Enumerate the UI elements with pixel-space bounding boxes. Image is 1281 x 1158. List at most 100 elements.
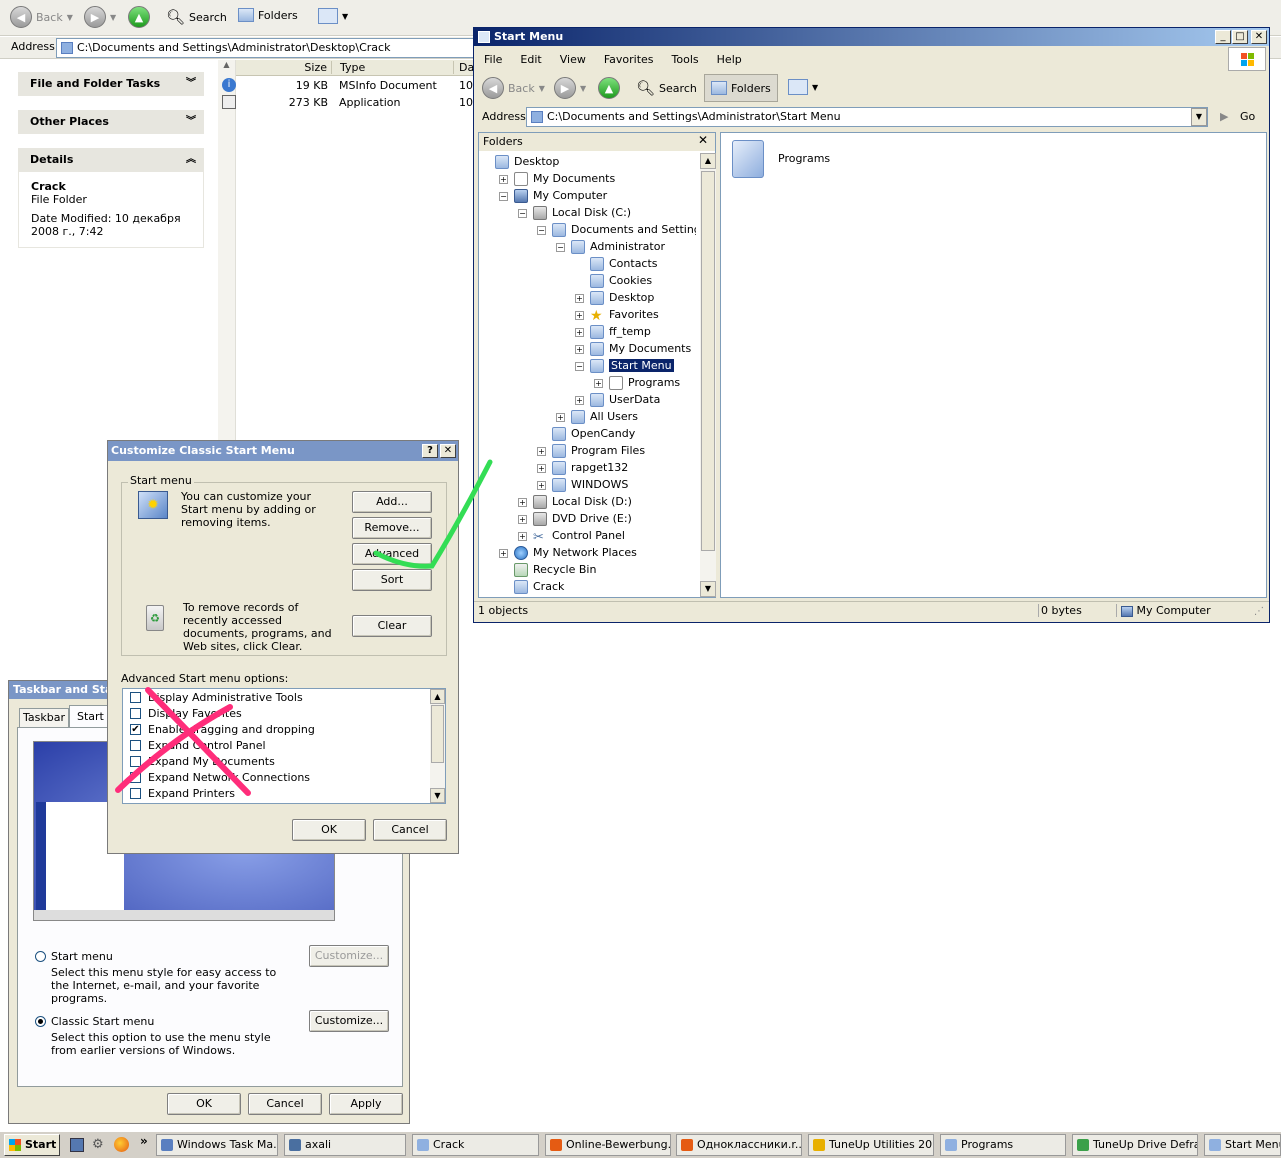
go-button[interactable]: ▶ Go	[1220, 110, 1255, 123]
option-checkbox[interactable]	[130, 708, 141, 719]
sm-views-button[interactable]: ▼	[788, 79, 818, 95]
taskbar-button[interactable]: Windows Task Ma...	[156, 1134, 278, 1156]
taskbar-button[interactable]: Start Menu	[1204, 1134, 1281, 1156]
tree-item[interactable]: OpenCandy	[537, 425, 635, 442]
tab-taskbar[interactable]: Taskbar	[19, 708, 69, 728]
crack-folders-button[interactable]: Folders	[238, 8, 298, 22]
tree-item[interactable]: + Desktop	[575, 289, 654, 306]
collapse-icon[interactable]: −	[575, 361, 584, 371]
clear-button[interactable]: Clear	[352, 615, 432, 637]
menu-favorites[interactable]: Favorites	[604, 53, 654, 69]
other-places-header[interactable]: Other Places ︾	[18, 110, 204, 134]
advanced-button[interactable]: Advanced	[352, 543, 432, 565]
file-folder-tasks-header[interactable]: File and Folder Tasks ︾	[18, 72, 204, 96]
option-checkbox[interactable]	[130, 788, 141, 799]
taskbar-button[interactable]: Одноклассники.r...	[676, 1134, 802, 1156]
start-menu-radio[interactable]	[35, 951, 46, 962]
tree-item[interactable]: + Programs	[594, 374, 680, 391]
collapse-icon[interactable]: −	[518, 208, 527, 218]
quicklaunch-desktop-icon[interactable]	[70, 1138, 84, 1152]
tree-item[interactable]: + WINDOWS	[537, 476, 628, 493]
sm-folders-button[interactable]: Folders	[704, 74, 778, 102]
close-button[interactable]: ✕	[1251, 30, 1267, 44]
option-item[interactable]: Expand Network Connections	[128, 770, 418, 786]
start-menu-titlebar[interactable]: Start Menu	[474, 28, 1269, 46]
crack-up-button[interactable]: ▲	[128, 6, 150, 28]
tree-item[interactable]: Recycle Bin	[499, 561, 596, 578]
menu-view[interactable]: View	[560, 53, 586, 69]
taskbar-button[interactable]: TuneUp Drive Defrag	[1072, 1134, 1198, 1156]
expand-icon[interactable]: +	[499, 174, 508, 184]
expand-icon[interactable]: +	[575, 327, 584, 337]
sm-back-button[interactable]: ◀ Back ▼	[482, 77, 545, 99]
crack-back-button[interactable]: ◀ Back ▼	[10, 6, 73, 28]
option-checkbox[interactable]	[130, 772, 141, 783]
file-row[interactable]: 273 KB Application 10	[220, 95, 476, 111]
quicklaunch-firefox-icon[interactable]	[114, 1137, 129, 1152]
option-item[interactable]: Expand Control Panel	[128, 738, 418, 754]
taskbar-button[interactable]: Crack	[412, 1134, 539, 1156]
expand-icon[interactable]: +	[575, 395, 584, 405]
customize-close-button[interactable]: ✕	[440, 444, 456, 458]
option-checkbox[interactable]: ✔	[130, 724, 141, 735]
customize-start-menu-button[interactable]: Customize...	[309, 945, 389, 967]
collapse-icon[interactable]: −	[556, 242, 565, 252]
tree-item[interactable]: + DVD Drive (E:)	[518, 510, 632, 527]
tree-item[interactable]: Desktop	[480, 153, 559, 170]
collapse-icon[interactable]: −	[499, 191, 508, 201]
expand-icon[interactable]: +	[594, 378, 603, 388]
file-row[interactable]: i 19 KB MSInfo Document 10	[220, 78, 476, 94]
classic-start-menu-radio[interactable]	[35, 1016, 46, 1027]
option-item[interactable]: Expand My Documents	[128, 754, 418, 770]
tree-item[interactable]: Cookies	[575, 272, 652, 289]
sm-address-input[interactable]: C:\Documents and Settings\Administrator\…	[526, 107, 1208, 127]
menu-help[interactable]: Help	[717, 53, 742, 69]
tree-item[interactable]: + ✂ Control Panel	[518, 527, 625, 545]
option-item[interactable]: Expand Printers	[128, 786, 418, 802]
sm-forward-button[interactable]: ▶ ▼	[554, 77, 586, 99]
maximize-button[interactable]: □	[1232, 30, 1248, 44]
crack-address-input[interactable]: C:\Documents and Settings\Administrator\…	[56, 38, 476, 58]
customize-classic-button[interactable]: Customize...	[309, 1010, 389, 1032]
tree-item[interactable]: + Local Disk (D:)	[518, 493, 632, 510]
expand-icon[interactable]: +	[499, 548, 508, 558]
crack-views-button[interactable]: ▼	[318, 8, 348, 24]
option-item[interactable]: Display Administrative Tools	[128, 690, 418, 706]
menu-tools[interactable]: Tools	[672, 53, 699, 69]
scroll-thumb[interactable]	[701, 171, 715, 551]
start-button[interactable]: Start	[4, 1134, 60, 1156]
tree-item[interactable]: Crack	[499, 578, 564, 595]
option-checkbox[interactable]	[130, 740, 141, 751]
address-dropdown-button[interactable]: ▼	[1191, 108, 1207, 126]
tree-item[interactable]: − Local Disk (C:)	[518, 204, 631, 221]
minimize-button[interactable]: _	[1215, 30, 1231, 44]
tree-item[interactable]: − Documents and Settings	[537, 221, 696, 238]
customize-dialog-titlebar[interactable]: Customize Classic Start Menu	[108, 441, 458, 461]
expand-icon[interactable]: +	[537, 480, 546, 490]
folders-pane-close-icon[interactable]: ✕	[698, 133, 708, 147]
crack-search-button[interactable]: 🔍︎ Search	[166, 8, 227, 26]
expand-icon[interactable]: +	[537, 446, 546, 456]
tree-item[interactable]: + Program Files	[537, 442, 645, 459]
tree-item[interactable]: + My Network Places	[499, 544, 637, 561]
option-item[interactable]: ✔ Enable dragging and dropping	[128, 722, 418, 738]
add-button[interactable]: Add...	[352, 491, 432, 513]
menu-file[interactable]: File	[484, 53, 502, 69]
tree-item[interactable]: + My Documents	[575, 340, 691, 357]
column-date[interactable]: Da	[459, 61, 474, 74]
option-item[interactable]: Display Favorites	[128, 706, 418, 722]
tree-item[interactable]: − Administrator	[556, 238, 665, 255]
taskbar-ok-button[interactable]: OK	[167, 1093, 241, 1115]
tree-item[interactable]: + All Users	[556, 408, 638, 425]
taskbar-cancel-button[interactable]: Cancel	[248, 1093, 322, 1115]
tree-item[interactable]: + ff_temp	[575, 323, 651, 340]
taskbar-button[interactable]: Programs	[940, 1134, 1066, 1156]
column-size[interactable]: Size	[236, 61, 332, 74]
quicklaunch-tool-icon[interactable]: ⚙	[92, 1137, 106, 1152]
column-type[interactable]: Type	[340, 61, 454, 74]
scroll-thumb[interactable]	[431, 705, 444, 763]
taskbar-button[interactable]: TuneUp Utilities 20...	[808, 1134, 934, 1156]
menu-edit[interactable]: Edit	[520, 53, 541, 69]
expand-icon[interactable]: +	[537, 463, 546, 473]
remove-button[interactable]: Remove...	[352, 517, 432, 539]
